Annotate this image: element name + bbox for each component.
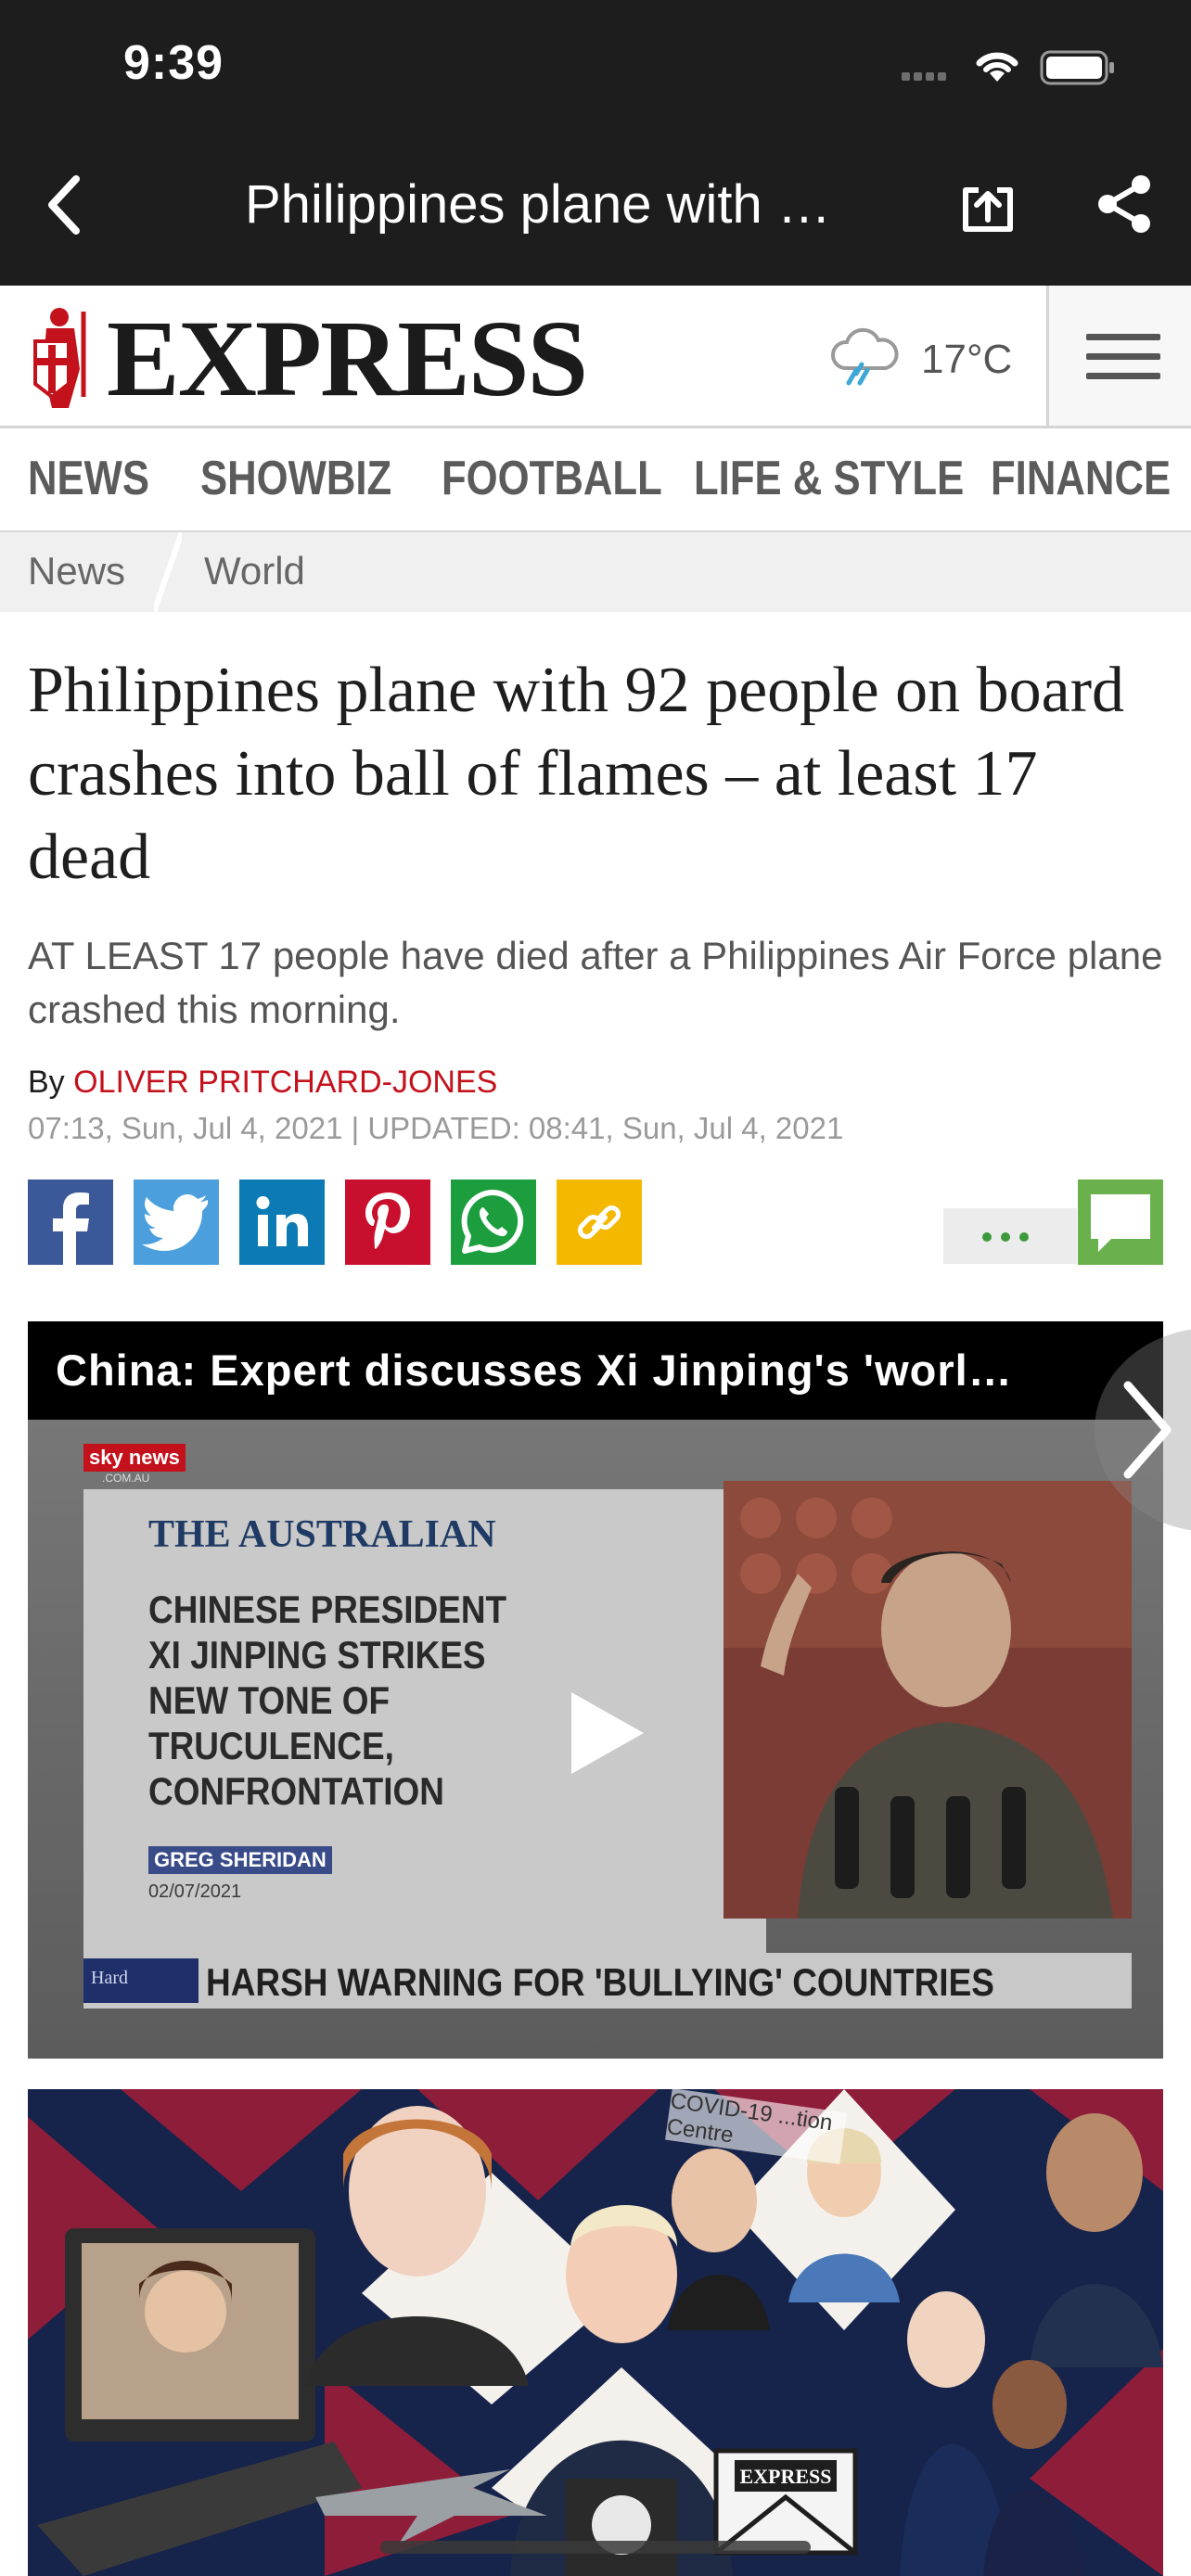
video-thumbnail[interactable]: sky news .COM.AU THE AUSTRALIAN CHINESE … (28, 1420, 1163, 2059)
page-title: Philippines plane with … (245, 174, 831, 235)
by-label: By (28, 1065, 65, 1100)
link-icon (577, 1205, 621, 1240)
nav-item-showbiz[interactable]: SHOWBIZ (200, 451, 391, 506)
cellular-signal-icon (902, 69, 950, 85)
temperature: 17°C (921, 337, 1013, 382)
open-in-browser-icon[interactable] (958, 177, 1018, 236)
video-player[interactable]: China: Expert discusses Xi Jinping's 'wo… (28, 1321, 1163, 2059)
status-bar: 9:39 (0, 0, 1191, 134)
chyron-text: HARSH WARNING FOR 'BULLYING' COUNTRIES (206, 1960, 994, 2004)
headline-line: CHINESE PRESIDENT (148, 1588, 507, 1631)
sky-news-logo: sky news .COM.AU (83, 1444, 186, 1488)
article-timestamp: 07:13, Sun, Jul 4, 2021 | UPDATED: 08:41… (28, 1111, 844, 1145)
breadcrumb-separator (154, 532, 182, 612)
article-headline: Philippines plane with 92 people on boar… (28, 655, 1125, 893)
wifi-icon (976, 52, 1018, 82)
browser-nav-bar: Philippines plane with … (0, 134, 1191, 286)
whatsapp-share-button[interactable] (451, 1180, 536, 1265)
site-logo[interactable]: EXPRESS (107, 299, 588, 419)
author-link[interactable]: OLIVER PRITCHARD-JONES (73, 1065, 497, 1100)
comment-bubble-icon (1091, 1194, 1150, 1252)
twitter-share-button[interactable] (134, 1180, 219, 1265)
twitter-icon (142, 1194, 208, 1251)
home-indicator[interactable] (380, 2541, 811, 2554)
story-author-tag: GREG SHERIDAN (148, 1846, 332, 1874)
section-nav: NEWS SHOWBIZ FOOTBALL LIFE & STYLE FINAN… (0, 428, 1191, 532)
linkedin-icon (256, 1196, 308, 1246)
nav-item-news[interactable]: NEWS (28, 451, 149, 506)
video-title[interactable]: China: Expert discusses Xi Jinping's 'wo… (56, 1345, 1013, 1396)
comments-button[interactable] (1078, 1180, 1163, 1265)
headline-line: NEW TONE OF (148, 1678, 391, 1722)
video-title-bar: China: Expert discusses Xi Jinping's 'wo… (28, 1321, 1163, 1420)
video-chyron: Hard HARSH WARNING FOR 'BULLYING' COUNTR… (83, 1953, 1132, 2009)
facebook-icon (53, 1192, 89, 1265)
site-header: EXPRESS 17°C (0, 286, 1191, 428)
nav-item-finance[interactable]: FINANCE (991, 451, 1171, 506)
promo-banner-image[interactable]: EXPRESS COVID-19 ...tion Centre (28, 2089, 1163, 2576)
breadcrumb: News World (0, 532, 1191, 612)
status-time: 9:39 (123, 36, 224, 90)
more-share-options-button[interactable] (943, 1208, 1077, 1264)
crusader-logo-icon[interactable] (26, 304, 100, 414)
newspaper-name: THE AUSTRALIAN (148, 1513, 496, 1556)
battery-icon (1040, 50, 1114, 85)
byline: By OLIVER PRITCHARD-JONES (28, 1065, 497, 1101)
headline-line: CONFRONTATION (148, 1769, 444, 1813)
promo-express-badge: EXPRESS (739, 2465, 832, 2488)
nav-item-football[interactable]: FOOTBALL (442, 451, 662, 506)
headline-line: TRUCULENCE, (148, 1724, 394, 1767)
sky-news-logo-text: sky news (83, 1444, 186, 1472)
show-logo: Hard (83, 1958, 198, 2003)
headline-line: XI JINPING STRIKES (148, 1633, 486, 1677)
story-date: 02/07/2021 (148, 1881, 242, 1902)
back-button[interactable] (37, 172, 93, 238)
xi-jinping-photo (724, 1481, 1132, 1919)
hamburger-menu-button[interactable] (1046, 286, 1191, 426)
breadcrumb-world[interactable]: World (204, 549, 305, 593)
play-icon[interactable] (558, 1687, 651, 1779)
copy-link-button[interactable] (557, 1180, 642, 1265)
nav-item-life-style[interactable]: LIFE & STYLE (694, 451, 964, 506)
pinterest-icon (365, 1192, 410, 1249)
breadcrumb-news[interactable]: News (28, 549, 125, 593)
rain-cloud-icon (830, 327, 899, 386)
news-collage-illustration (28, 2089, 1163, 2576)
share-icon[interactable] (1095, 173, 1156, 235)
whatsapp-icon (461, 1189, 524, 1254)
facebook-share-button[interactable] (28, 1180, 113, 1265)
article-standfirst: AT LEAST 17 people have died after a Phi… (28, 934, 1163, 1031)
next-video-button[interactable] (1091, 1328, 1191, 1532)
pinterest-share-button[interactable] (345, 1180, 430, 1265)
sky-news-logo-sub: .COM.AU (102, 1472, 150, 1485)
linkedin-share-button[interactable] (239, 1180, 325, 1265)
speaker-photo-illustration (724, 1481, 1132, 1919)
